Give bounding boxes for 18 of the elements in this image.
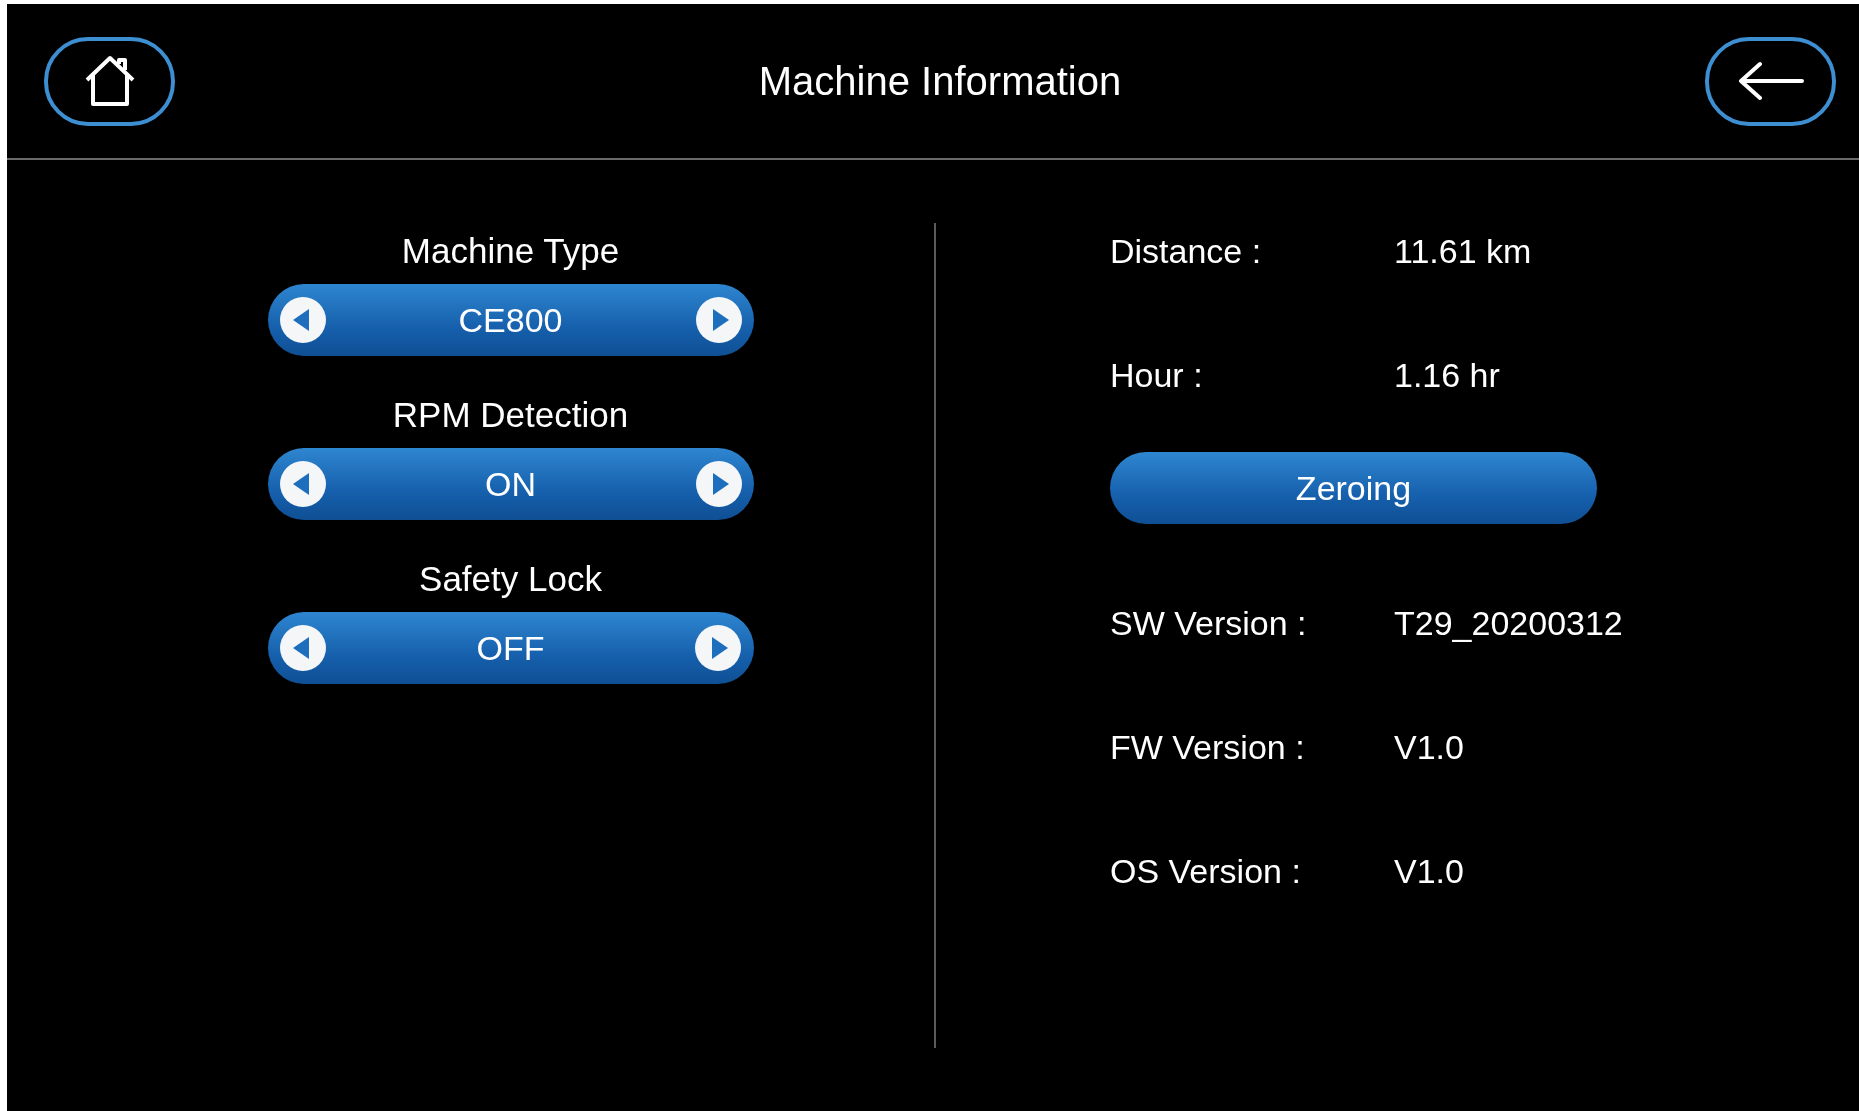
selector-value: OFF xyxy=(476,628,545,668)
info-label: OS Version : xyxy=(1110,851,1302,891)
info-label: Hour : xyxy=(1110,355,1204,395)
selector-value: ON xyxy=(485,464,536,504)
setting-label: Machine Type xyxy=(401,230,620,272)
info-label: Distance : xyxy=(1110,231,1263,271)
screen-title: Machine Information xyxy=(758,58,1122,104)
info-value: 11.61 km xyxy=(1394,231,1532,271)
info-value: V1.0 xyxy=(1394,727,1464,767)
selector-value: CE800 xyxy=(458,300,563,340)
info-value: V1.0 xyxy=(1394,851,1464,891)
setting-label: RPM Detection xyxy=(392,394,629,436)
info-value: 1.16 hr xyxy=(1394,355,1500,395)
info-value: T29_20200312 xyxy=(1394,603,1623,643)
info-label: SW Version : xyxy=(1110,603,1308,643)
info-label: FW Version : xyxy=(1110,727,1306,767)
zeroing-button[interactable]: Zeroing xyxy=(1110,452,1597,524)
setting-label: Safety Lock xyxy=(419,558,602,600)
